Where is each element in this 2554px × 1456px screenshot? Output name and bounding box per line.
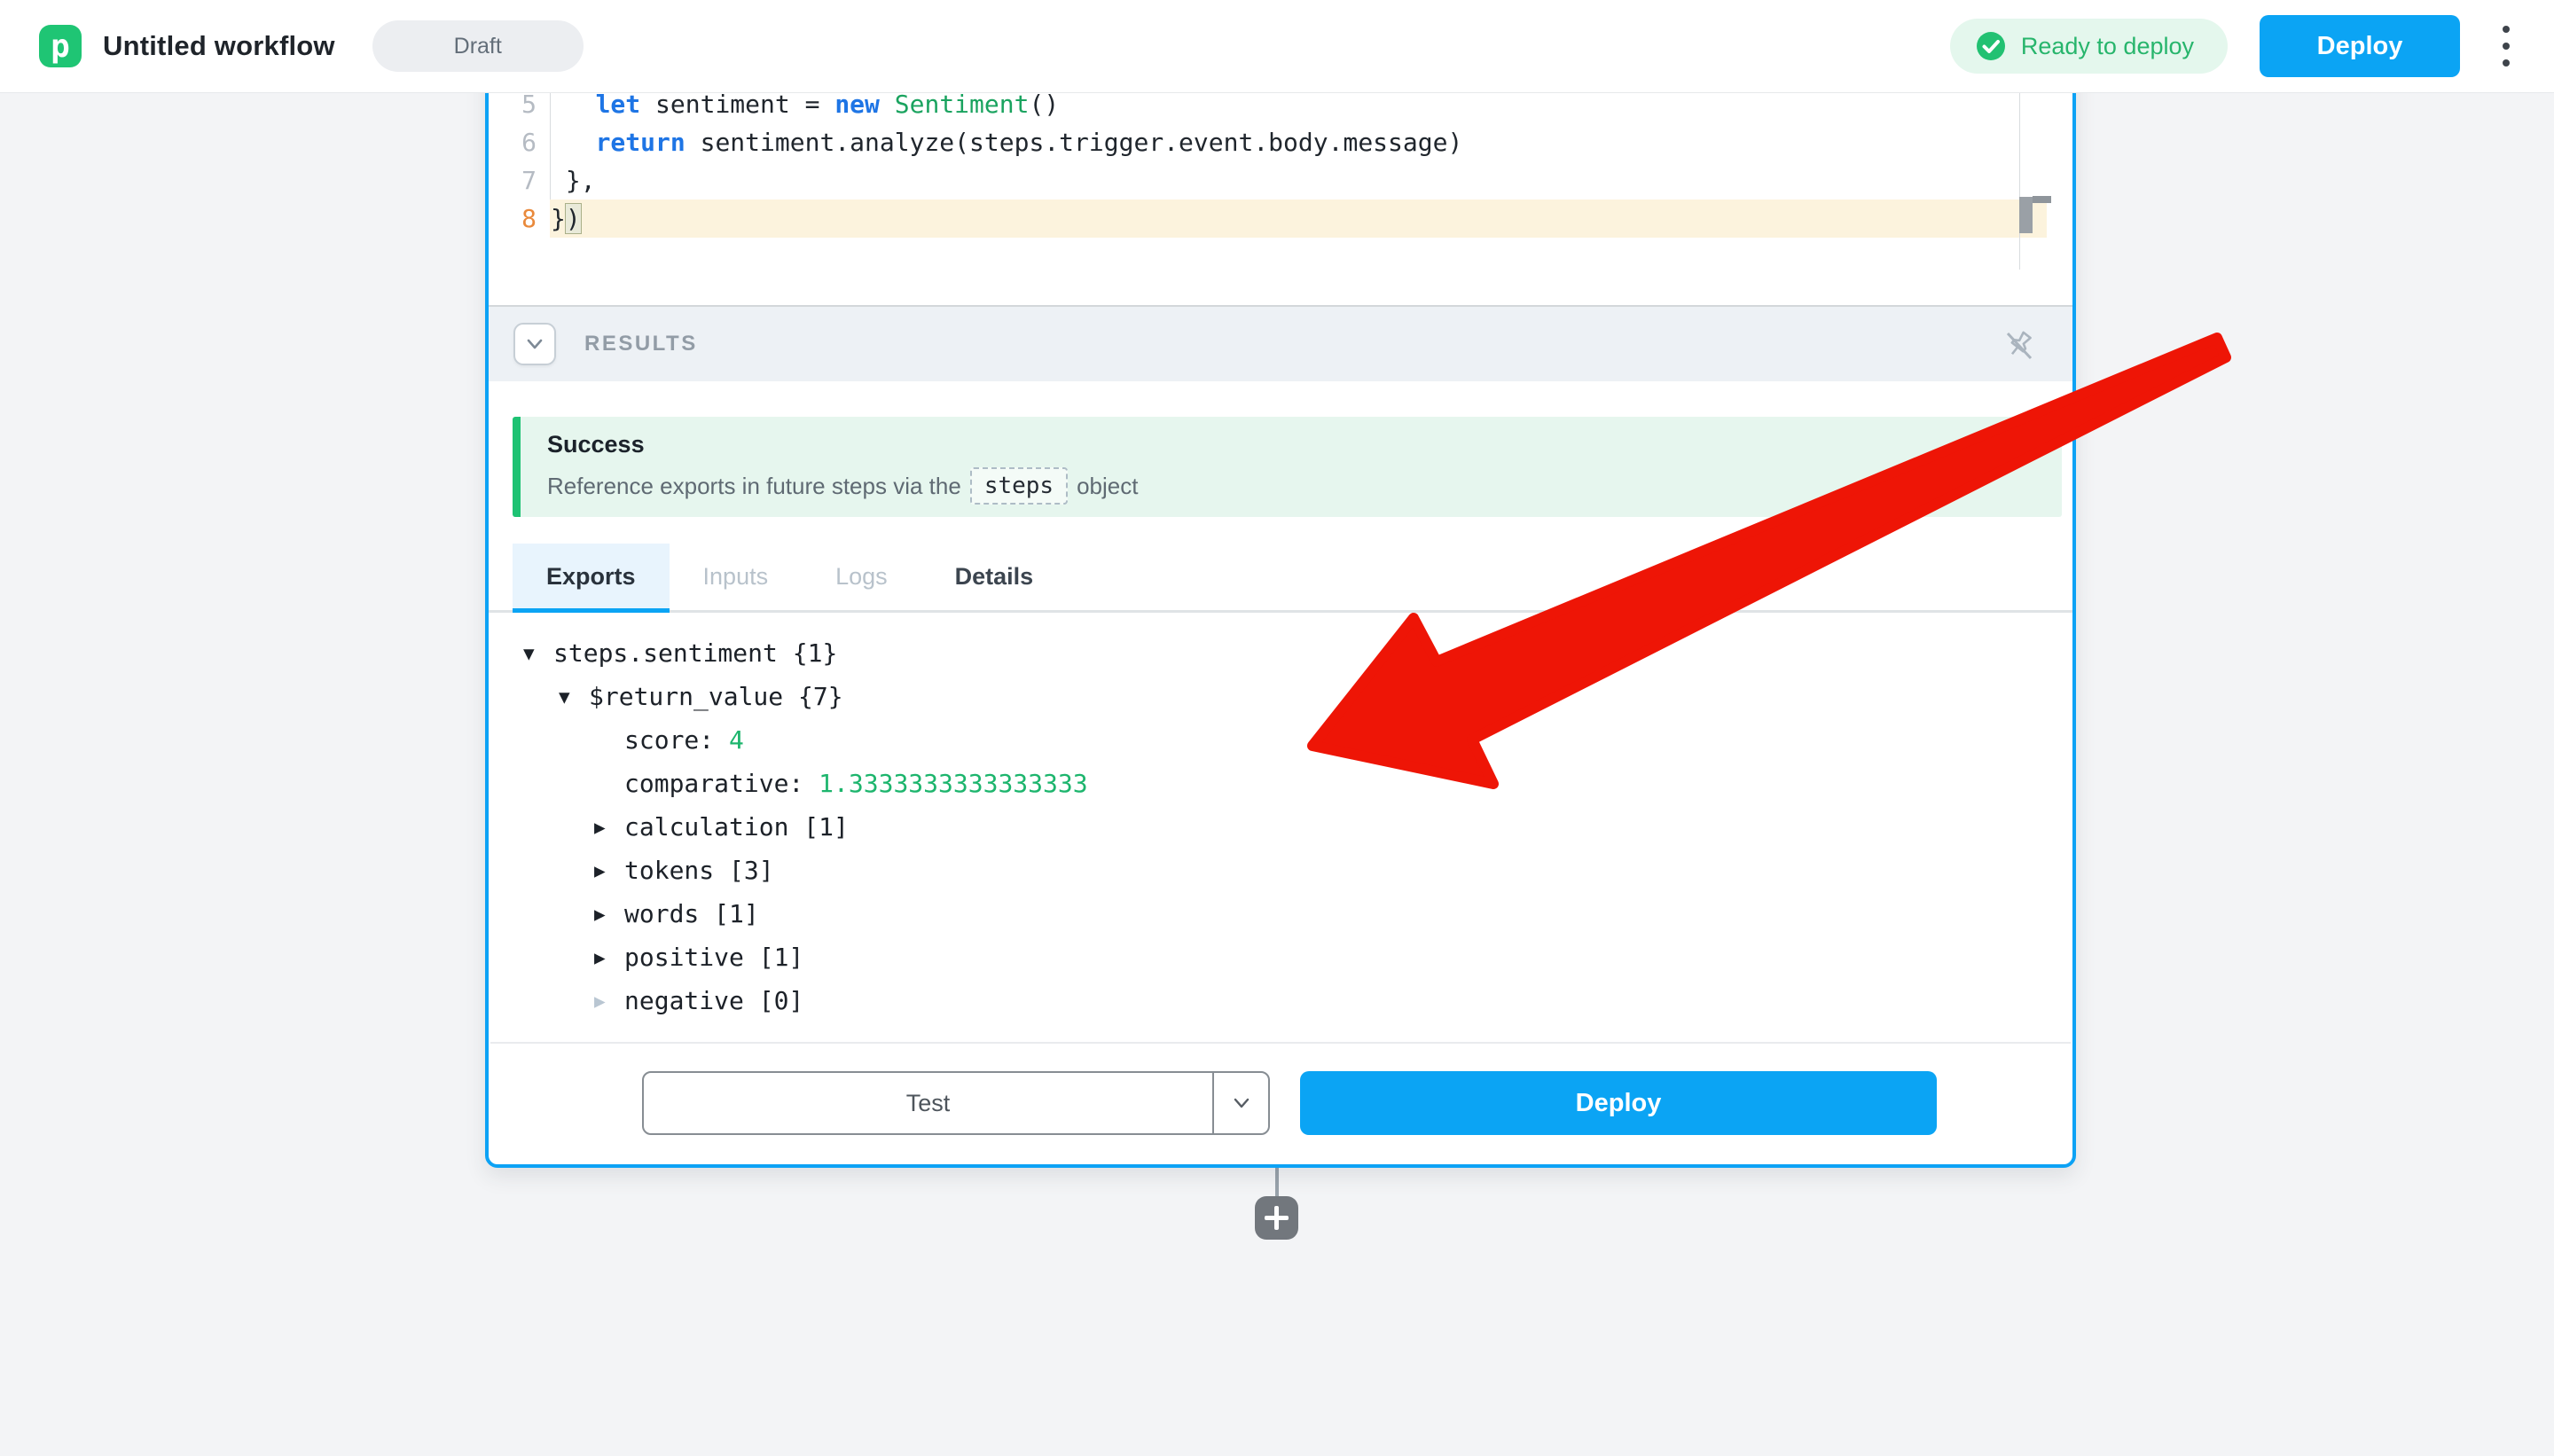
success-message-after: object [1077, 473, 1138, 500]
status-badge: Ready to deploy [1950, 19, 2228, 74]
expand-arrow-icon[interactable]: ▶ [594, 947, 624, 968]
chevron-down-icon [523, 333, 546, 356]
results-title: RESULTS [584, 332, 698, 356]
add-step-button[interactable] [1255, 1196, 1298, 1240]
tree-row-words[interactable]: ▶words [1] [523, 892, 1088, 935]
tree-key: positive [624, 943, 744, 972]
collapse-arrow-icon[interactable]: ▼ [523, 643, 553, 664]
line-number: 6 [489, 128, 551, 157]
test-options-caret[interactable] [1212, 1073, 1268, 1133]
tab-details[interactable]: Details [921, 544, 1068, 610]
tree-row-positive[interactable]: ▶positive [1] [523, 935, 1088, 979]
tree-count: [3] [714, 856, 773, 885]
tree-key: negative [624, 986, 744, 1015]
code-line-text: let sentiment = new Sentiment() [551, 90, 1059, 119]
collapse-arrow-icon[interactable]: ▼ [559, 686, 589, 708]
tree-key: score: [624, 725, 729, 755]
expand-arrow-icon[interactable]: ▶ [594, 904, 624, 925]
check-circle-icon [1975, 30, 2007, 62]
expand-arrow-icon[interactable]: ▶ [594, 990, 624, 1012]
footer-divider [490, 1042, 2071, 1044]
line-number: 5 [489, 90, 551, 119]
tree-count: [0] [744, 986, 803, 1015]
line-number: 7 [489, 166, 551, 195]
editor-scrollbar-h[interactable] [2033, 196, 2051, 203]
expand-arrow-icon[interactable]: ▶ [594, 817, 624, 838]
tree-count: {1} [778, 638, 837, 668]
chevron-down-icon [1230, 1092, 1253, 1115]
results-header: RESULTS [489, 305, 2072, 381]
expand-arrow-icon[interactable]: ▶ [594, 860, 624, 881]
tree-count: {7} [783, 682, 842, 711]
test-button-label[interactable]: Test [644, 1073, 1212, 1133]
deploy-button-header[interactable]: Deploy [2260, 15, 2460, 77]
status-badge-label: Ready to deploy [2021, 33, 2194, 60]
success-title: Success [547, 431, 2062, 458]
gutter-divider [550, 85, 551, 200]
collapse-results-button[interactable] [513, 323, 556, 365]
success-message: Reference exports in future steps via th… [547, 467, 2062, 505]
code-line-text: }, [551, 166, 596, 195]
test-button[interactable]: Test [642, 1071, 1270, 1135]
tree-key: steps.sentiment [553, 638, 778, 668]
tree-key: words [624, 899, 699, 928]
tree-row-score: score: 4 [523, 718, 1088, 762]
tab-exports[interactable]: Exports [513, 544, 670, 610]
code-line[interactable]: 6 return sentiment.analyze(steps.trigger… [489, 123, 2072, 161]
code-line[interactable]: 8}) [489, 200, 2072, 238]
code-line-text: }) [551, 204, 581, 233]
code-editor[interactable]: 5 let sentiment = new Sentiment()6 retur… [489, 85, 2072, 238]
tree-key: comparative: [624, 769, 819, 798]
pin-disabled-icon[interactable] [1998, 324, 2041, 366]
editor-ruler [2019, 78, 2020, 270]
tree-key: calculation [624, 812, 788, 842]
tree-key: $return_value [589, 682, 783, 711]
workflow-step-card: 5 let sentiment = new Sentiment()6 retur… [485, 0, 2076, 1168]
tree-count: [1] [744, 943, 803, 972]
results-tabs: ExportsInputsLogsDetails [489, 544, 2072, 613]
tree-row-tokens[interactable]: ▶tokens [3] [523, 849, 1088, 892]
tab-inputs[interactable]: Inputs [670, 544, 803, 610]
workflow-title[interactable]: Untitled workflow [103, 30, 335, 62]
deploy-button-card[interactable]: Deploy [1300, 1071, 1937, 1135]
tree-row-negative[interactable]: ▶negative [0] [523, 979, 1088, 1022]
code-line[interactable]: 7 }, [489, 161, 2072, 200]
success-message-before: Reference exports in future steps via th… [547, 473, 961, 500]
tree-value: 4 [729, 725, 744, 755]
exports-tree: ▼steps.sentiment {1}▼$return_value {7}sc… [523, 631, 1088, 1022]
draft-badge: Draft [372, 20, 584, 72]
tree-row-comparative: comparative: 1.3333333333333333 [523, 762, 1088, 805]
tree-count: [1] [699, 899, 758, 928]
tree-row-steps.sentiment[interactable]: ▼steps.sentiment {1} [523, 631, 1088, 675]
code-line-text: return sentiment.analyze(steps.trigger.e… [551, 128, 1462, 157]
tree-row-calculation[interactable]: ▶calculation [1] [523, 805, 1088, 849]
tree-value: 1.3333333333333333 [819, 769, 1087, 798]
line-number: 8 [489, 204, 551, 233]
success-banner: Success Reference exports in future step… [513, 417, 2062, 517]
editor-scrollbar[interactable] [2019, 197, 2033, 233]
tree-key: tokens [624, 856, 714, 885]
steps-object-chip: steps [970, 467, 1068, 505]
step-connector-line [1275, 1168, 1279, 1198]
app-header: p Untitled workflow Draft Ready to deplo… [0, 0, 2554, 93]
kebab-menu-icon[interactable] [2497, 26, 2515, 67]
tab-logs[interactable]: Logs [802, 544, 921, 610]
pipedream-logo[interactable]: p [39, 25, 82, 67]
tree-count: [1] [788, 812, 848, 842]
tree-row-$return_value[interactable]: ▼$return_value {7} [523, 675, 1088, 718]
